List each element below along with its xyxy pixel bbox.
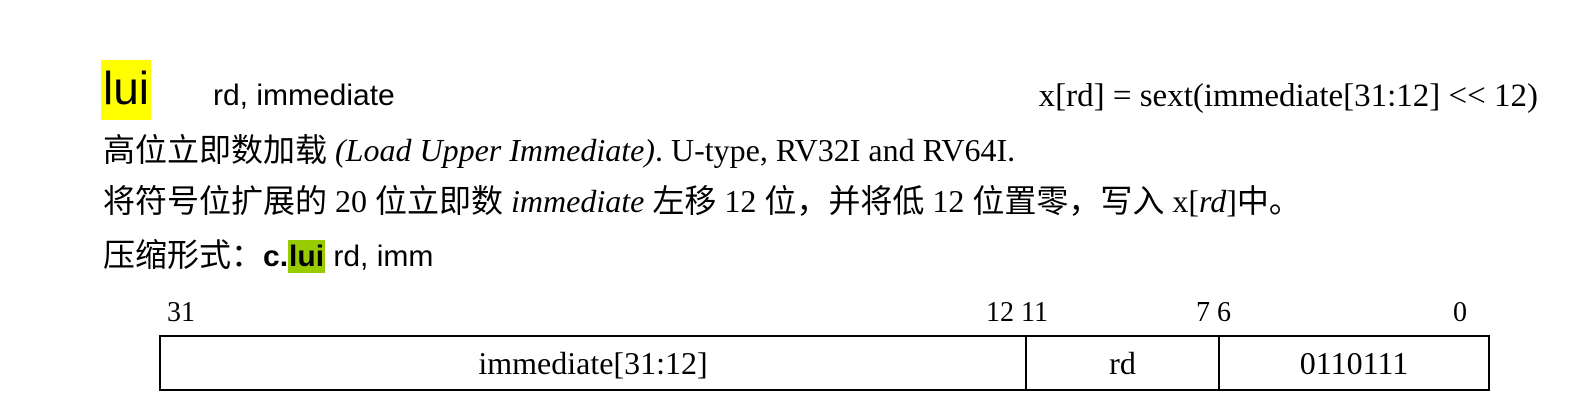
instruction-semantics: x[rd] = sext(immediate[31:12] << 12) [1038,78,1538,114]
title-en: (Load Upper Immediate) [335,132,655,168]
instruction-mnemonic: lui [101,60,152,120]
detail-line: 将符号位扩展的 20 位立即数 immediate 左移 12 位，并将低 12… [103,181,1301,221]
compressed-operands: rd, imm [325,240,434,273]
compressed-label: 压缩形式： [103,237,264,273]
field-immediate: immediate[31:12] [161,337,1027,389]
bit-label-0: 0 [1453,297,1467,328]
compressed-prefix: c. [263,240,289,273]
field-rd: rd [1027,337,1220,389]
compressed-mnemonic: lui [288,240,326,273]
bit-label-31: 31 [167,297,195,328]
instruction-operands: rd, immediate [213,79,395,112]
encoding-table: immediate[31:12] rd 0110111 [159,335,1490,391]
detail-text-3: ]中。 [1226,183,1301,219]
detail-text-2: 左移 12 位，并将低 12 位置零，写入 x[ [644,183,1199,219]
description-line: 高位立即数加载 (Load Upper Immediate). U-type, … [103,130,1015,170]
detail-immediate: immediate [511,183,645,219]
compressed-line: 压缩形式：c.lui rd, imm [103,235,433,277]
detail-rd: rd [1198,183,1227,219]
bit-label-7-6: 7 6 [1196,297,1231,328]
detail-text-1: 将符号位扩展的 20 位立即数 [103,183,512,219]
field-opcode: 0110111 [1299,344,1409,381]
type-info: . U-type, RV32I and RV64I. [654,132,1016,168]
title-cn: 高位立即数加载 [103,132,328,168]
bit-label-12-11: 12 11 [986,297,1048,328]
